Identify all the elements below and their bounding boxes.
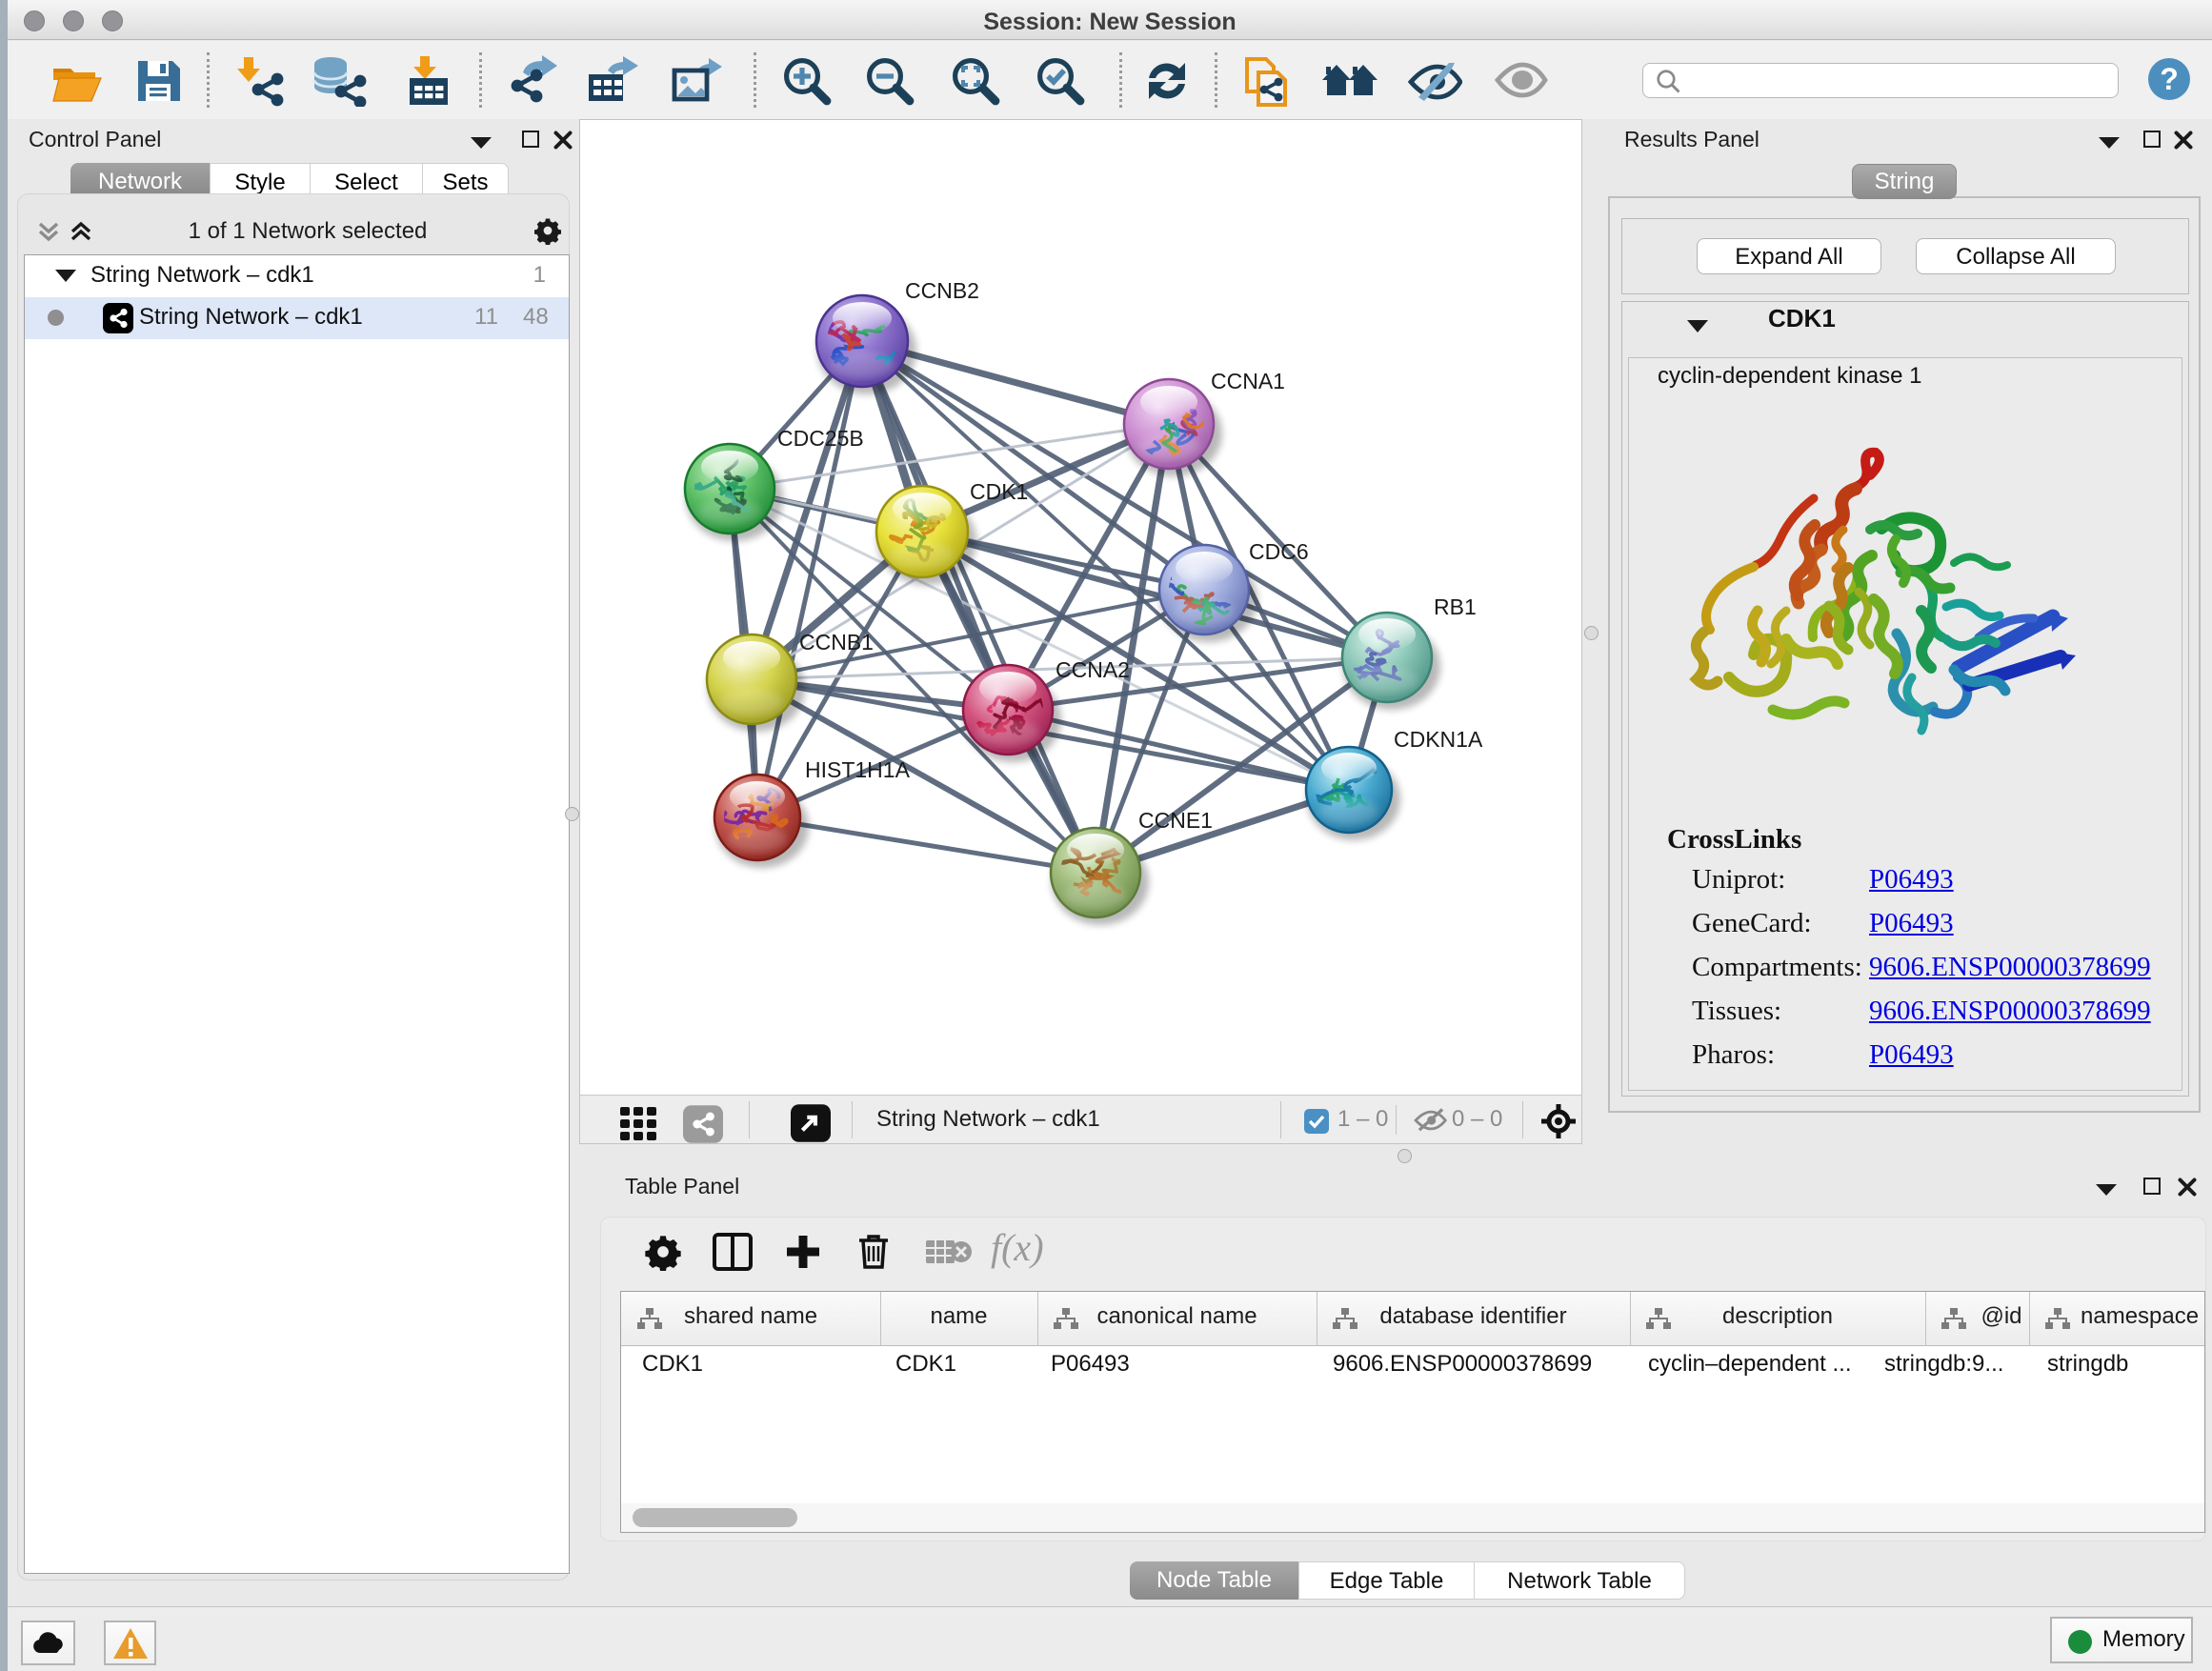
svg-text:CCNE1: CCNE1 bbox=[1138, 808, 1213, 833]
svg-text:CDC25B: CDC25B bbox=[777, 426, 864, 451]
svg-text:CDK1: CDK1 bbox=[970, 479, 1028, 504]
svg-text:CCNB2: CCNB2 bbox=[905, 278, 979, 303]
svg-text:CCNA2: CCNA2 bbox=[1056, 657, 1130, 682]
svg-text:?: ? bbox=[2160, 62, 2179, 96]
svg-text:HIST1H1A: HIST1H1A bbox=[805, 757, 911, 782]
svg-text:CCNB1: CCNB1 bbox=[799, 630, 874, 654]
svg-text:CDKN1A: CDKN1A bbox=[1394, 727, 1483, 752]
svg-text:CDC6: CDC6 bbox=[1249, 539, 1309, 564]
svg-text:CCNA1: CCNA1 bbox=[1211, 369, 1285, 393]
svg-text:RB1: RB1 bbox=[1434, 594, 1477, 619]
